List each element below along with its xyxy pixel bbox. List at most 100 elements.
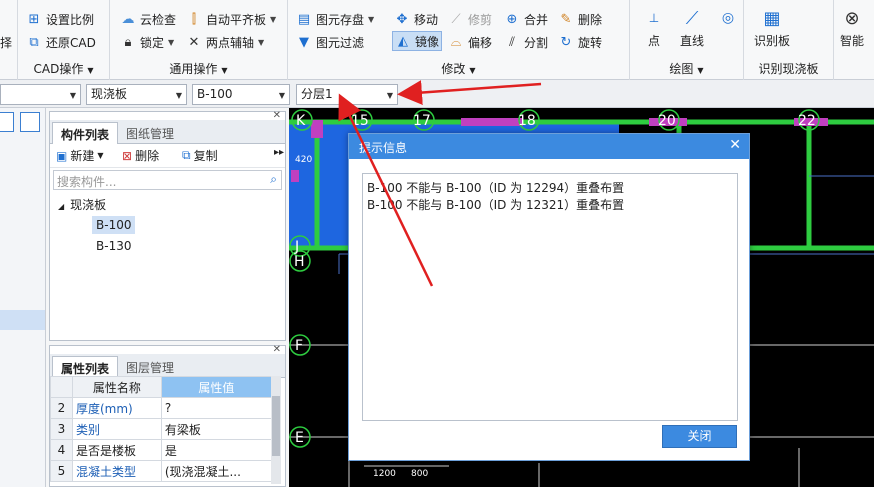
move-button[interactable]: ✥ 移动 bbox=[394, 9, 438, 29]
cad-group-title[interactable]: CAD操作 ▼ bbox=[18, 60, 109, 77]
property-scrollbar[interactable] bbox=[271, 376, 281, 484]
offset-button[interactable]: ⌓ 偏移 bbox=[448, 32, 492, 52]
tree-item-b130[interactable]: B-130 bbox=[96, 239, 131, 253]
chevron-down-icon: ▼ bbox=[221, 66, 228, 75]
draw-group-title[interactable]: 绘图 ▼ bbox=[630, 60, 743, 77]
tab-property-list-label: 属性列表 bbox=[61, 362, 110, 376]
tab-component-list[interactable]: 构件列表 bbox=[52, 122, 119, 144]
list-view-icon[interactable] bbox=[0, 112, 14, 132]
column-mark bbox=[311, 120, 323, 138]
axis-number-22: 22 bbox=[798, 113, 816, 129]
delete-component-button[interactable]: ⊠ 删除 bbox=[122, 147, 159, 164]
collapse-icon: ◢ bbox=[58, 202, 65, 211]
chevron-down-icon: ▼ bbox=[386, 91, 393, 100]
lock-button[interactable]: 🔒︎ 锁定 ▼ bbox=[120, 32, 175, 52]
table-row[interactable]: 2 厚度(mm) ? bbox=[50, 397, 273, 419]
tree-root-item[interactable]: ◢ 现浇板 bbox=[58, 196, 106, 213]
row-num: 3 bbox=[50, 418, 73, 440]
mirror-button[interactable]: ◭ 镜像 bbox=[392, 31, 443, 51]
tab-layer-management[interactable]: 图层管理 bbox=[118, 356, 182, 378]
property-value[interactable]: 有梁板 bbox=[160, 418, 273, 440]
identify-slab-button[interactable]: ▦ 识别板 bbox=[754, 4, 790, 49]
nav-selected-item[interactable] bbox=[0, 310, 45, 330]
point-button[interactable]: ⊥ 点 bbox=[640, 4, 668, 49]
element-filter-button[interactable]: ▼ 图元过滤 bbox=[296, 32, 364, 52]
dim-label: 1200 bbox=[373, 469, 396, 479]
component-list-panel: ✕ 构件列表 图纸管理 ▣ 新建 ▼ ⊠ 删除 ⧉ 复制 ▸▸ 搜索构件... … bbox=[49, 110, 286, 341]
smart-label: 智能 bbox=[839, 34, 864, 48]
ribbon-group-cad: ⊞ 设置比例 ⧉ 还原CAD CAD操作 ▼ bbox=[18, 0, 110, 80]
table-row[interactable]: 5 混凝土类型 (现浇混凝土... bbox=[50, 460, 273, 482]
component-search-input[interactable]: 搜索构件... ⌕ bbox=[53, 170, 282, 190]
set-scale-button[interactable]: ⊞ 设置比例 bbox=[26, 9, 94, 29]
table-row[interactable]: 4 是否是楼板 是 bbox=[50, 439, 273, 461]
line-button[interactable]: ⟋ 直线 bbox=[678, 4, 706, 49]
merge-icon: ⊕ bbox=[506, 11, 518, 27]
cloud-check-button[interactable]: ☁ 云检查 bbox=[120, 9, 177, 29]
layer-select[interactable]: 分层1 ▼ bbox=[296, 84, 398, 105]
axis-letter-k: K bbox=[296, 113, 306, 129]
tree-item-b100[interactable]: B-100 bbox=[92, 216, 136, 234]
common-group-title-text: 通用操作 bbox=[169, 62, 218, 76]
common-group-title[interactable]: 通用操作 ▼ bbox=[110, 60, 287, 77]
element-save-button[interactable]: ▤ 图元存盘 ▼ bbox=[296, 9, 374, 29]
ribbon-group-modify: ▤ 图元存盘 ▼ ▼ 图元过滤 ✥ 移动 ◭ 镜像 ⟋ 修剪 ⌓ 偏移 ⊕ 合并 bbox=[288, 0, 630, 80]
set-scale-label: 设置比例 bbox=[46, 12, 95, 27]
row-num: 2 bbox=[50, 397, 73, 419]
delete-button[interactable]: ✎ 删除 bbox=[558, 9, 602, 29]
close-icon[interactable]: ✕ bbox=[729, 137, 741, 153]
restore-cad-button[interactable]: ⧉ 还原CAD bbox=[26, 32, 96, 52]
copy-component-button[interactable]: ⧉ 复制 bbox=[182, 147, 218, 164]
move-label: 移动 bbox=[414, 12, 439, 27]
auto-align-label: 自动平齐板 bbox=[206, 12, 267, 27]
dialog-title-bar[interactable]: 提示信息 ✕ bbox=[349, 134, 749, 159]
scrollbar-thumb[interactable] bbox=[272, 396, 280, 456]
property-value[interactable]: ? bbox=[160, 397, 273, 419]
tree-item-label: B-100 bbox=[96, 218, 132, 232]
row-num: 4 bbox=[50, 439, 73, 461]
tab-property-list[interactable]: 属性列表 bbox=[52, 356, 119, 378]
trim-button[interactable]: ⟋ 修剪 bbox=[448, 9, 492, 29]
new-component-button[interactable]: ▣ 新建 ▼ bbox=[56, 147, 104, 164]
close-button[interactable]: 关闭 bbox=[662, 425, 737, 448]
auto-align-button[interactable]: ⫿ 自动平齐板 ▼ bbox=[186, 9, 276, 29]
filter-icon: ▼ bbox=[299, 34, 309, 50]
more-icon[interactable]: ▸▸ bbox=[274, 147, 284, 158]
chevron-down-icon: ▼ bbox=[368, 14, 375, 24]
component-type-select[interactable]: 现浇板 ▼ bbox=[86, 84, 187, 105]
dialog-message: B-100 不能与 B-100（ID 为 12321）重叠布置 bbox=[367, 198, 625, 212]
draw-group-title-text: 绘图 bbox=[669, 62, 694, 76]
rotate-button[interactable]: ↻ 旋转 bbox=[558, 32, 602, 52]
ribbon-group-identify: ▦ 识别板 识别现浇板 bbox=[744, 0, 834, 80]
axis-number-20: 20 bbox=[658, 113, 676, 129]
circle-tool-button[interactable]: ◎ bbox=[714, 4, 742, 32]
two-point-axis-label: 两点辅轴 bbox=[206, 35, 255, 50]
property-value[interactable]: (现浇混凝土... bbox=[160, 460, 273, 482]
table-row[interactable]: 3 类别 有梁板 bbox=[50, 418, 273, 440]
floor-select[interactable]: ▼ bbox=[0, 84, 81, 105]
identify-group-title-text: 识别现浇板 bbox=[758, 62, 819, 76]
two-point-axis-button[interactable]: ✕ 两点辅轴 ▼ bbox=[186, 32, 265, 52]
chevron-down-icon: ▼ bbox=[469, 66, 476, 75]
merge-button[interactable]: ⊕ 合并 bbox=[504, 9, 548, 29]
split-button[interactable]: ⫽ 分割 bbox=[504, 32, 548, 52]
restore-icon: ⧉ bbox=[29, 34, 39, 50]
delete-component-label: 删除 bbox=[135, 149, 160, 163]
identify-group-title: 识别现浇板 bbox=[744, 60, 833, 77]
grid-view-icon[interactable] bbox=[20, 112, 40, 132]
property-value[interactable]: 是 bbox=[160, 439, 273, 461]
trim-label: 修剪 bbox=[468, 12, 493, 27]
tab-drawing-management[interactable]: 图纸管理 bbox=[118, 122, 182, 144]
split-icon: ⫽ bbox=[509, 34, 515, 50]
component-name-select[interactable]: B-100 ▼ bbox=[192, 84, 290, 105]
line-icon: ⟋ bbox=[685, 7, 699, 29]
chevron-down-icon: ▼ bbox=[175, 91, 182, 100]
ribbon-group-common: ☁ 云检查 🔒︎ 锁定 ▼ ⫿ 自动平齐板 ▼ ✕ 两点辅轴 ▼ 通用操作 ▼ bbox=[110, 0, 288, 80]
align-icon: ⫿ bbox=[191, 11, 197, 27]
axis-letter-e: E bbox=[295, 430, 304, 446]
split-label: 分割 bbox=[524, 35, 549, 50]
modify-group-title[interactable]: 修改 ▼ bbox=[288, 60, 629, 77]
smart-button[interactable]: ⊗ 智能 bbox=[838, 4, 866, 49]
axis-number-18: 18 bbox=[518, 113, 536, 129]
component-type-value: 现浇板 bbox=[91, 87, 128, 101]
